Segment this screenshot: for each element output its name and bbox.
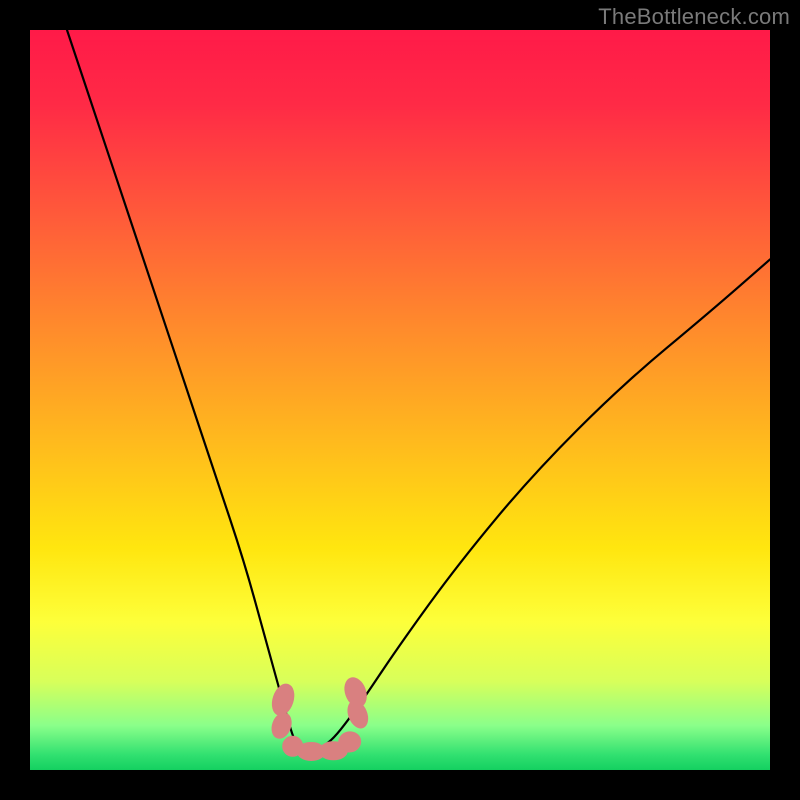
bottom-marker-blob <box>30 30 770 770</box>
chart-frame: TheBottleneck.com <box>0 0 800 800</box>
watermark-text: TheBottleneck.com <box>598 4 790 30</box>
plot-area <box>30 30 770 770</box>
